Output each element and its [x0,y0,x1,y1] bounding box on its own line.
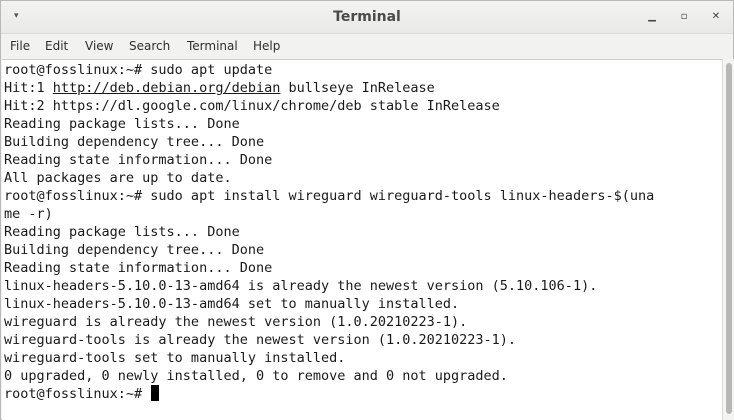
menu-help[interactable]: Help [253,38,280,54]
terminal-line: Reading state information... Done [4,152,273,168]
menu-file[interactable]: File [10,38,30,54]
terminal-line: 0 upgraded, 0 newly installed, 0 to remo… [4,368,508,384]
line-prefix: Hit:1 [4,80,53,96]
terminal-line: root@fosslinux:~# sudo apt install wireg… [4,188,655,204]
terminal-line: Building dependency tree... Done [4,242,265,258]
menu-view[interactable]: View [85,38,113,54]
terminal-line: Reading package lists... Done [4,224,240,240]
terminal-line: root@fosslinux:~# sudo apt update [4,62,273,78]
terminal-line: me -r) [4,206,53,222]
menu-bar: File Edit View Search Terminal Help [1,34,733,58]
terminal-line: Hit:1 http://deb.debian.org/debian bulls… [4,79,654,97]
terminal-line: Reading package lists... Done [4,116,240,132]
close-button[interactable]: ✕ [708,9,724,25]
terminal-line: wireguard is already the newest version … [4,314,468,330]
terminal-line: Reading state information... Done [4,260,273,276]
terminal-line: All packages are up to date. [4,170,232,186]
maximize-button[interactable]: ▫ [676,9,692,25]
menu-terminal[interactable]: Terminal [187,38,238,54]
text-cursor [151,385,160,401]
line-suffix: bullseye InRelease [280,80,435,96]
title-bar[interactable]: ▾ Terminal ▁ ▫ ✕ [1,1,733,34]
terminal-line: Building dependency tree... Done [4,134,265,150]
scrollbar-thumb[interactable] [726,63,732,414]
url-link[interactable]: http://deb.debian.org/debian [53,80,281,96]
terminal-line: wireguard-tools set to manually installe… [4,350,346,366]
terminal-line: linux-headers-5.10.0-13-amd64 is already… [4,278,598,294]
terminal-output[interactable]: root@fosslinux:~# sudo apt update Hit:1 h… [2,59,722,420]
vertical-scrollbar[interactable] [722,59,734,420]
terminal-lines: root@fosslinux:~# sudo apt update Hit:1 h… [4,61,654,403]
terminal-line: Hit:2 https://dl.google.com/linux/chrome… [4,98,500,114]
prompt-line[interactable]: root@fosslinux:~# [4,385,654,403]
terminal-line: linux-headers-5.10.0-13-amd64 set to man… [4,296,460,312]
menu-search[interactable]: Search [129,38,170,54]
terminal-window: ▾ Terminal ▁ ▫ ✕ File Edit View Search T… [0,0,734,420]
menu-edit[interactable]: Edit [45,38,68,54]
shell-prompt: root@fosslinux:~# [4,386,151,402]
terminal-line: wireguard-tools is already the newest ve… [4,332,517,348]
minimize-button[interactable]: ▁ [644,9,660,25]
window-title: Terminal [333,9,401,25]
